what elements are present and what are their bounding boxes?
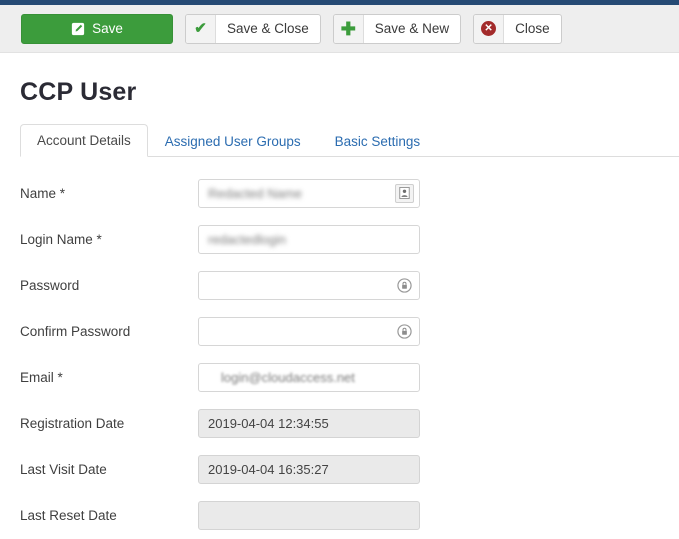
contact-card-icon[interactable] <box>395 183 414 203</box>
padlock-icon[interactable] <box>394 323 414 339</box>
plus-icon: ✚ <box>333 14 364 43</box>
save-and-new-button[interactable]: ✚ Save & New <box>332 13 462 44</box>
name-value: Redacted Name <box>208 185 302 201</box>
name-label: Name * <box>20 185 66 201</box>
tab-assigned-user-groups[interactable]: Assigned User Groups <box>148 125 318 157</box>
form-row-password: Password <box>0 262 679 308</box>
login-name-value: redactedlogin <box>208 231 287 247</box>
close-button[interactable]: ✕ Close <box>473 13 562 44</box>
page-title: CCP User <box>20 78 137 106</box>
form-row-name: Name * Redacted Name <box>0 170 679 216</box>
registration-date-label: Registration Date <box>20 415 125 431</box>
save-button[interactable]: Save <box>21 13 173 44</box>
form-row-registration-date: Registration Date 2019-04-04 12:34:55 <box>0 400 679 446</box>
name-field[interactable]: Redacted Name <box>198 178 420 208</box>
check-icon: ✔ <box>186 14 216 43</box>
registration-date-value: 2019-04-04 12:34:55 <box>208 415 329 431</box>
save-and-close-button[interactable]: ✔ Save & Close <box>185 13 321 44</box>
tab-account-details[interactable]: Account Details <box>20 124 148 157</box>
account-details-form: Name * Redacted Name Login Name * redact… <box>0 170 679 538</box>
password-label: Password <box>20 277 80 293</box>
save-and-close-button-label: Save & Close <box>227 20 309 36</box>
tab-account-details-label: Account Details <box>37 133 131 148</box>
tab-assigned-user-groups-label: Assigned User Groups <box>164 134 301 149</box>
last-visit-date-field: 2019-04-04 16:35:27 <box>198 454 420 484</box>
registration-date-field: 2019-04-04 12:34:55 <box>198 408 420 438</box>
user-edit-page: Save ✔ Save & Close ✚ Save & New ✕ Close… <box>0 0 679 539</box>
padlock-icon[interactable] <box>394 277 414 293</box>
last-reset-date-label: Last Reset Date <box>20 507 117 523</box>
email-field[interactable]: login@cloudaccess.net <box>198 362 420 392</box>
login-name-field[interactable]: redactedlogin <box>198 224 420 254</box>
last-visit-date-label: Last Visit Date <box>20 461 107 477</box>
tab-bar: Account Details Assigned User Groups Bas… <box>20 122 679 157</box>
form-row-confirm-password: Confirm Password <box>0 308 679 354</box>
last-visit-date-value: 2019-04-04 16:35:27 <box>208 461 329 477</box>
login-name-label: Login Name * <box>20 231 102 247</box>
confirm-password-field[interactable] <box>198 316 420 346</box>
tab-basic-settings-label: Basic Settings <box>334 134 421 149</box>
save-and-new-button-label: Save & New <box>374 20 450 36</box>
action-toolbar: Save ✔ Save & Close ✚ Save & New ✕ Close <box>0 5 679 53</box>
pencil-square-icon <box>71 22 85 36</box>
form-row-login-name: Login Name * redactedlogin <box>0 216 679 262</box>
form-row-email: Email * login@cloudaccess.net <box>0 354 679 400</box>
save-button-label: Save <box>92 20 123 36</box>
confirm-password-label: Confirm Password <box>20 323 131 339</box>
close-circle-icon: ✕ <box>474 14 505 43</box>
form-row-last-visit-date: Last Visit Date 2019-04-04 16:35:27 <box>0 446 679 492</box>
password-field[interactable] <box>198 270 420 300</box>
email-value: login@cloudaccess.net <box>221 369 355 385</box>
form-row-last-reset-date: Last Reset Date <box>0 492 679 538</box>
last-reset-date-field <box>198 500 420 530</box>
email-label: Email * <box>20 369 63 385</box>
tab-basic-settings[interactable]: Basic Settings <box>318 125 438 157</box>
close-button-label: Close <box>515 20 550 36</box>
